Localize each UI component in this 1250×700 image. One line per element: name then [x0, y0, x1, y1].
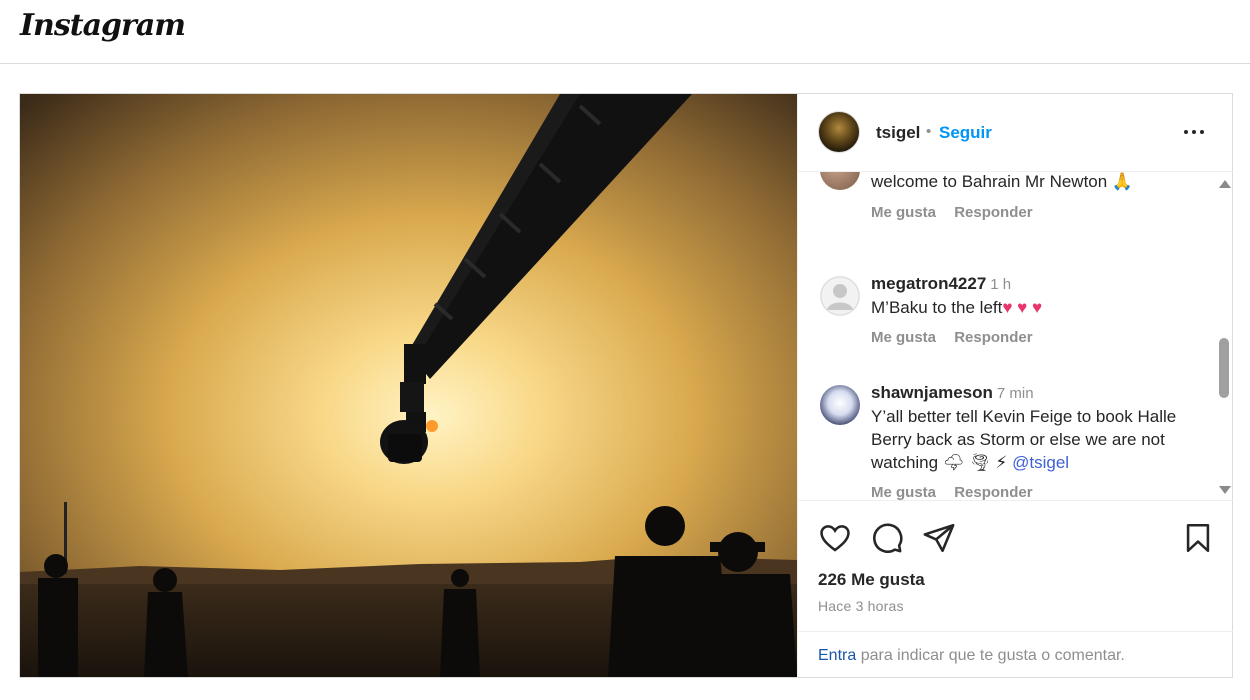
comment-content: welcome to Bahrain Mr Newton 🙏 [871, 172, 1134, 191]
likes-count[interactable]: 226 Me gusta [818, 570, 925, 590]
post-time[interactable]: Hace 3 horas [818, 598, 904, 614]
post-actions: 226 Me gusta Hace 3 horas Entra para ind… [798, 500, 1233, 676]
comment-reply-button[interactable]: Responder [954, 329, 1032, 346]
comment-actions: Me gusta Responder [871, 204, 1047, 221]
login-rest-text: para indicar que te gusta o comentar. [856, 647, 1125, 664]
commenter-avatar[interactable] [820, 172, 860, 190]
post-image[interactable] [20, 94, 797, 677]
comment-content: M’Baku to the left [871, 298, 1003, 317]
top-bar: Instagram [0, 0, 1250, 64]
scrollbar-thumb[interactable] [1219, 338, 1229, 398]
comment-like-button[interactable]: Me gusta [871, 484, 936, 500]
login-prompt: Entra para indicar que te gusta o coment… [798, 631, 1233, 677]
comment-actions: Me gusta Responder [871, 484, 1047, 500]
mention-link[interactable]: @tsigel [1012, 453, 1069, 472]
login-text: Entra para indicar que te gusta o coment… [818, 647, 1125, 665]
owner-avatar[interactable] [818, 111, 860, 153]
follow-button[interactable]: Seguir [939, 123, 992, 143]
comment-reply-button[interactable]: Responder [954, 204, 1032, 221]
comment-text: megatron4227 1 h M’Baku to the left♥ ♥ ♥ [871, 272, 1201, 319]
comment-like-button[interactable]: Me gusta [871, 204, 936, 221]
scroll-down-arrow-icon[interactable] [1219, 486, 1231, 494]
post-header: tsigel • Seguir [798, 94, 1233, 172]
instagram-logo[interactable]: Instagram [20, 8, 186, 43]
ellipsis-icon[interactable] [1184, 122, 1208, 142]
comment-actions: Me gusta Responder [871, 329, 1047, 346]
heart-emoji: ♥ ♥ ♥ [1002, 298, 1043, 317]
scroll-up-arrow-icon[interactable] [1219, 180, 1231, 188]
comment-time[interactable]: 7 min [997, 385, 1034, 402]
paper-plane-icon[interactable] [922, 521, 956, 555]
heart-icon[interactable] [818, 521, 852, 555]
bookmark-icon[interactable] [1181, 521, 1215, 555]
default-avatar-icon[interactable] [820, 276, 860, 316]
owner-username[interactable]: tsigel [876, 123, 920, 143]
comment-reply-button[interactable]: Responder [954, 484, 1032, 500]
comment-username[interactable]: megatron4227 [871, 274, 986, 293]
post-sidebar: tsigel • Seguir welcome to Bahrain Mr Ne… [797, 94, 1233, 677]
comment-text: shawnjameson 7 min Y’all better tell Kevi… [871, 381, 1201, 474]
comment-username[interactable]: shawnjameson [871, 383, 993, 402]
comments-list[interactable]: welcome to Bahrain Mr Newton 🙏 Me gusta … [798, 172, 1233, 500]
comment-time[interactable]: 1 h [990, 276, 1011, 293]
commenter-avatar[interactable] [820, 385, 860, 425]
comment-like-button[interactable]: Me gusta [871, 329, 936, 346]
separator-dot: • [926, 123, 932, 140]
comment-icon[interactable] [870, 521, 904, 555]
login-link[interactable]: Entra [818, 647, 856, 664]
post-container: tsigel • Seguir welcome to Bahrain Mr Ne… [19, 93, 1233, 678]
photo-camera-crane-sunset [20, 94, 797, 677]
comments-scrollbar[interactable] [1215, 172, 1233, 500]
comment-text: welcome to Bahrain Mr Newton 🙏 [871, 172, 1201, 193]
